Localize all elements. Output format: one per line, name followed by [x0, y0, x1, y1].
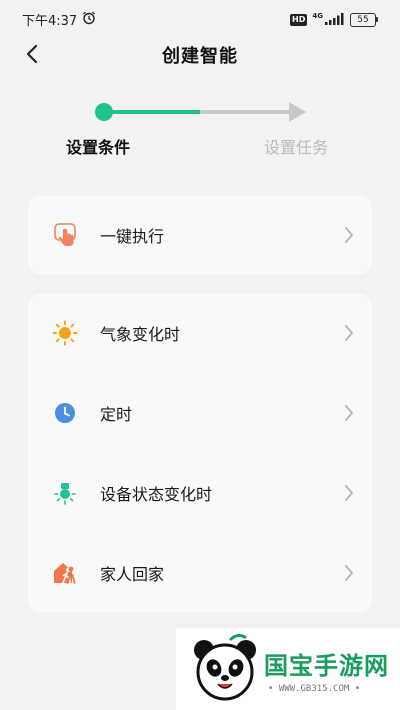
person-home-icon	[52, 560, 78, 586]
list-item-device-state[interactable]: 设备状态变化时	[28, 454, 372, 532]
chevron-right-icon	[344, 324, 354, 346]
list-item-label: 一键执行	[100, 227, 165, 246]
header: 创建智能	[0, 36, 400, 76]
status-bar: 下午4:37 HD 4G 55	[0, 0, 400, 36]
step-2-label: 设置任务	[264, 138, 329, 157]
device-bulb-icon	[52, 480, 78, 506]
watermark-url: • WWW.GB315.COM •	[268, 684, 361, 694]
network-type: 4G	[312, 11, 323, 20]
list-item-label: 定时	[100, 405, 133, 424]
list-item-weather[interactable]: 气象变化时	[28, 294, 372, 372]
chevron-right-icon	[344, 404, 354, 426]
stepper-track	[95, 102, 306, 122]
step-arrow-icon	[289, 102, 306, 122]
page-title: 创建智能	[162, 46, 238, 67]
conditions-card: 气象变化时 定时 设备状态变化时 家人回家	[28, 294, 372, 612]
tap-hand-icon	[52, 222, 78, 248]
chevron-right-icon	[344, 564, 354, 586]
list-item-family-home[interactable]: 家人回家	[28, 534, 372, 612]
clock-icon	[52, 400, 78, 426]
list-item-one-tap[interactable]: 一键执行	[28, 196, 372, 274]
manual-trigger-card: 一键执行	[28, 196, 372, 274]
list-item-timer[interactable]: 定时	[28, 374, 372, 452]
stepper: 设置条件 设置任务	[0, 96, 400, 166]
signal-icon	[325, 10, 345, 29]
step-1-dot	[95, 103, 113, 121]
panda-logo-icon	[190, 633, 260, 708]
battery-level: 55	[350, 12, 376, 27]
watermark-text: 国宝手游网	[264, 652, 389, 680]
watermark: 国宝手游网 • WWW.GB315.COM •	[176, 628, 400, 710]
list-item-label: 设备状态变化时	[100, 485, 213, 504]
chevron-right-icon	[344, 226, 354, 248]
status-indicators: HD 4G 55	[290, 10, 378, 29]
list-item-label: 家人回家	[100, 565, 165, 584]
alarm-icon	[82, 10, 96, 29]
status-time: 下午4:37	[22, 14, 78, 29]
list-item-label: 气象变化时	[100, 325, 181, 344]
sun-icon	[52, 320, 78, 346]
battery-icon: 55	[350, 12, 378, 27]
hd-badge: HD	[290, 13, 308, 26]
chevron-right-icon	[344, 484, 354, 506]
step-1-label: 设置条件	[66, 138, 131, 157]
